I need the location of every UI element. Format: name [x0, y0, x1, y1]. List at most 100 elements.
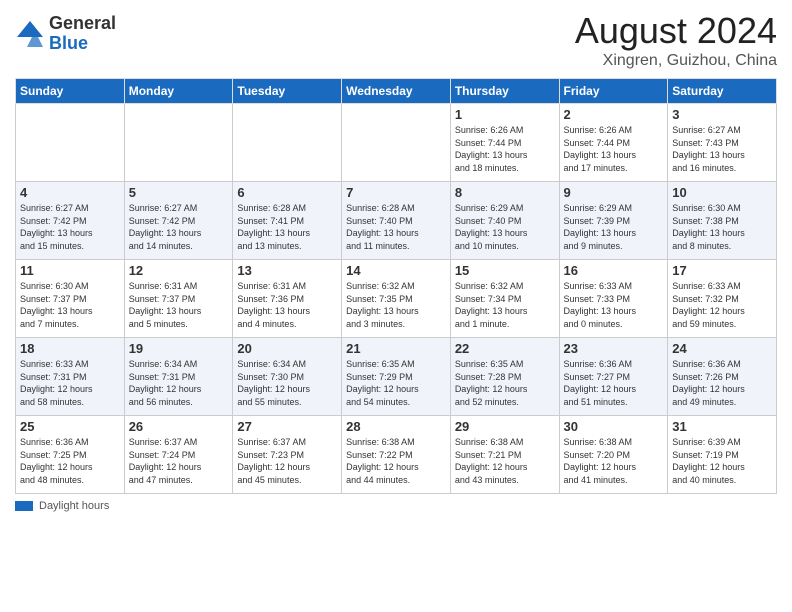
day-number: 6 — [237, 185, 337, 200]
calendar-cell: 23 Sunrise: 6:36 AM Sunset: 7:27 PM Dayli… — [559, 338, 668, 416]
calendar-cell — [124, 104, 233, 182]
day-info: Sunrise: 6:28 AM Sunset: 7:40 PM Dayligh… — [346, 202, 446, 252]
day-number: 28 — [346, 419, 446, 434]
calendar-cell: 10 Sunrise: 6:30 AM Sunset: 7:38 PM Dayli… — [668, 182, 777, 260]
day-number: 7 — [346, 185, 446, 200]
day-info: Sunrise: 6:31 AM Sunset: 7:37 PM Dayligh… — [129, 280, 229, 330]
day-info: Sunrise: 6:32 AM Sunset: 7:34 PM Dayligh… — [455, 280, 555, 330]
week-row-4: 18 Sunrise: 6:33 AM Sunset: 7:31 PM Dayli… — [16, 338, 777, 416]
day-number: 23 — [564, 341, 664, 356]
legend-color — [15, 501, 33, 511]
calendar-cell: 30 Sunrise: 6:38 AM Sunset: 7:20 PM Dayli… — [559, 416, 668, 494]
day-info: Sunrise: 6:33 AM Sunset: 7:32 PM Dayligh… — [672, 280, 772, 330]
day-number: 10 — [672, 185, 772, 200]
day-number: 22 — [455, 341, 555, 356]
day-number: 26 — [129, 419, 229, 434]
day-number: 9 — [564, 185, 664, 200]
day-number: 11 — [20, 263, 120, 278]
title-section: August 2024 Xingren, Guizhou, China — [575, 10, 777, 70]
calendar-cell — [233, 104, 342, 182]
weekday-header-row: SundayMondayTuesdayWednesdayThursdayFrid… — [16, 79, 777, 104]
day-number: 2 — [564, 107, 664, 122]
day-info: Sunrise: 6:37 AM Sunset: 7:23 PM Dayligh… — [237, 436, 337, 486]
day-info: Sunrise: 6:27 AM Sunset: 7:42 PM Dayligh… — [129, 202, 229, 252]
main-title: August 2024 — [575, 10, 777, 52]
day-number: 18 — [20, 341, 120, 356]
day-number: 12 — [129, 263, 229, 278]
calendar-cell: 26 Sunrise: 6:37 AM Sunset: 7:24 PM Dayli… — [124, 416, 233, 494]
day-info: Sunrise: 6:34 AM Sunset: 7:30 PM Dayligh… — [237, 358, 337, 408]
logo-general: General — [49, 14, 116, 34]
calendar-cell: 29Sunrise: 6:38 AM Sunset: 7:21 PM Dayli… — [450, 416, 559, 494]
day-number: 15 — [455, 263, 555, 278]
calendar-cell: 31Sunrise: 6:39 AM Sunset: 7:19 PM Dayli… — [668, 416, 777, 494]
day-info: Sunrise: 6:30 AM Sunset: 7:37 PM Dayligh… — [20, 280, 120, 330]
calendar-cell: 12 Sunrise: 6:31 AM Sunset: 7:37 PM Dayli… — [124, 260, 233, 338]
day-info: Sunrise: 6:36 AM Sunset: 7:26 PM Dayligh… — [672, 358, 772, 408]
calendar-cell: 25Sunrise: 6:36 AM Sunset: 7:25 PM Dayli… — [16, 416, 125, 494]
day-number: 27 — [237, 419, 337, 434]
weekday-header-saturday: Saturday — [668, 79, 777, 104]
calendar-cell: 13 Sunrise: 6:31 AM Sunset: 7:36 PM Dayli… — [233, 260, 342, 338]
calendar-cell: 20 Sunrise: 6:34 AM Sunset: 7:30 PM Dayli… — [233, 338, 342, 416]
calendar-cell — [16, 104, 125, 182]
day-number: 16 — [564, 263, 664, 278]
calendar-cell: 9 Sunrise: 6:29 AM Sunset: 7:39 PM Daylig… — [559, 182, 668, 260]
day-info: Sunrise: 6:27 AM Sunset: 7:42 PM Dayligh… — [20, 202, 120, 252]
calendar-table: SundayMondayTuesdayWednesdayThursdayFrid… — [15, 78, 777, 494]
day-info: Sunrise: 6:38 AM Sunset: 7:21 PM Dayligh… — [455, 436, 555, 486]
day-info: Sunrise: 6:29 AM Sunset: 7:40 PM Dayligh… — [455, 202, 555, 252]
calendar-cell: 14 Sunrise: 6:32 AM Sunset: 7:35 PM Dayli… — [342, 260, 451, 338]
calendar-cell: 7 Sunrise: 6:28 AM Sunset: 7:40 PM Daylig… — [342, 182, 451, 260]
day-info: Sunrise: 6:26 AM Sunset: 7:44 PM Dayligh… — [455, 124, 555, 174]
day-info: Sunrise: 6:29 AM Sunset: 7:39 PM Dayligh… — [564, 202, 664, 252]
day-number: 1 — [455, 107, 555, 122]
day-number: 20 — [237, 341, 337, 356]
header: General Blue August 2024 Xingren, Guizho… — [15, 10, 777, 70]
week-row-1: 1 Sunrise: 6:26 AM Sunset: 7:44 PM Daylig… — [16, 104, 777, 182]
legend: Daylight hours — [15, 500, 777, 512]
day-number: 21 — [346, 341, 446, 356]
day-number: 24 — [672, 341, 772, 356]
day-info: Sunrise: 6:32 AM Sunset: 7:35 PM Dayligh… — [346, 280, 446, 330]
day-info: Sunrise: 6:35 AM Sunset: 7:29 PM Dayligh… — [346, 358, 446, 408]
calendar-cell: 16 Sunrise: 6:33 AM Sunset: 7:33 PM Dayli… — [559, 260, 668, 338]
logo-icon — [15, 19, 45, 49]
page: General Blue August 2024 Xingren, Guizho… — [0, 0, 792, 612]
day-info: Sunrise: 6:26 AM Sunset: 7:44 PM Dayligh… — [564, 124, 664, 174]
week-row-2: 4Sunrise: 6:27 AM Sunset: 7:42 PM Daylig… — [16, 182, 777, 260]
day-info: Sunrise: 6:37 AM Sunset: 7:24 PM Dayligh… — [129, 436, 229, 486]
weekday-header-thursday: Thursday — [450, 79, 559, 104]
day-number: 14 — [346, 263, 446, 278]
day-info: Sunrise: 6:30 AM Sunset: 7:38 PM Dayligh… — [672, 202, 772, 252]
day-number: 17 — [672, 263, 772, 278]
calendar-cell: 22 Sunrise: 6:35 AM Sunset: 7:28 PM Dayli… — [450, 338, 559, 416]
day-number: 25 — [20, 419, 120, 434]
day-number: 13 — [237, 263, 337, 278]
day-info: Sunrise: 6:33 AM Sunset: 7:31 PM Dayligh… — [20, 358, 120, 408]
weekday-header-wednesday: Wednesday — [342, 79, 451, 104]
day-number: 3 — [672, 107, 772, 122]
week-row-3: 11 Sunrise: 6:30 AM Sunset: 7:37 PM Dayli… — [16, 260, 777, 338]
day-number: 30 — [564, 419, 664, 434]
day-number: 31 — [672, 419, 772, 434]
calendar-cell: 18 Sunrise: 6:33 AM Sunset: 7:31 PM Dayli… — [16, 338, 125, 416]
calendar-cell: 8Sunrise: 6:29 AM Sunset: 7:40 PM Daylig… — [450, 182, 559, 260]
calendar-cell: 17 Sunrise: 6:33 AM Sunset: 7:32 PM Dayli… — [668, 260, 777, 338]
calendar-cell: 5 Sunrise: 6:27 AM Sunset: 7:42 PM Daylig… — [124, 182, 233, 260]
weekday-header-friday: Friday — [559, 79, 668, 104]
day-info: Sunrise: 6:38 AM Sunset: 7:20 PM Dayligh… — [564, 436, 664, 486]
day-info: Sunrise: 6:35 AM Sunset: 7:28 PM Dayligh… — [455, 358, 555, 408]
calendar-cell — [342, 104, 451, 182]
calendar-cell: 28 Sunrise: 6:38 AM Sunset: 7:22 PM Dayli… — [342, 416, 451, 494]
day-info: Sunrise: 6:31 AM Sunset: 7:36 PM Dayligh… — [237, 280, 337, 330]
day-info: Sunrise: 6:36 AM Sunset: 7:27 PM Dayligh… — [564, 358, 664, 408]
calendar-cell: 2 Sunrise: 6:26 AM Sunset: 7:44 PM Daylig… — [559, 104, 668, 182]
day-info: Sunrise: 6:38 AM Sunset: 7:22 PM Dayligh… — [346, 436, 446, 486]
calendar-cell: 6Sunrise: 6:28 AM Sunset: 7:41 PM Daylig… — [233, 182, 342, 260]
day-number: 5 — [129, 185, 229, 200]
week-row-5: 25Sunrise: 6:36 AM Sunset: 7:25 PM Dayli… — [16, 416, 777, 494]
day-info: Sunrise: 6:33 AM Sunset: 7:33 PM Dayligh… — [564, 280, 664, 330]
calendar-cell: 4Sunrise: 6:27 AM Sunset: 7:42 PM Daylig… — [16, 182, 125, 260]
day-info: Sunrise: 6:34 AM Sunset: 7:31 PM Dayligh… — [129, 358, 229, 408]
